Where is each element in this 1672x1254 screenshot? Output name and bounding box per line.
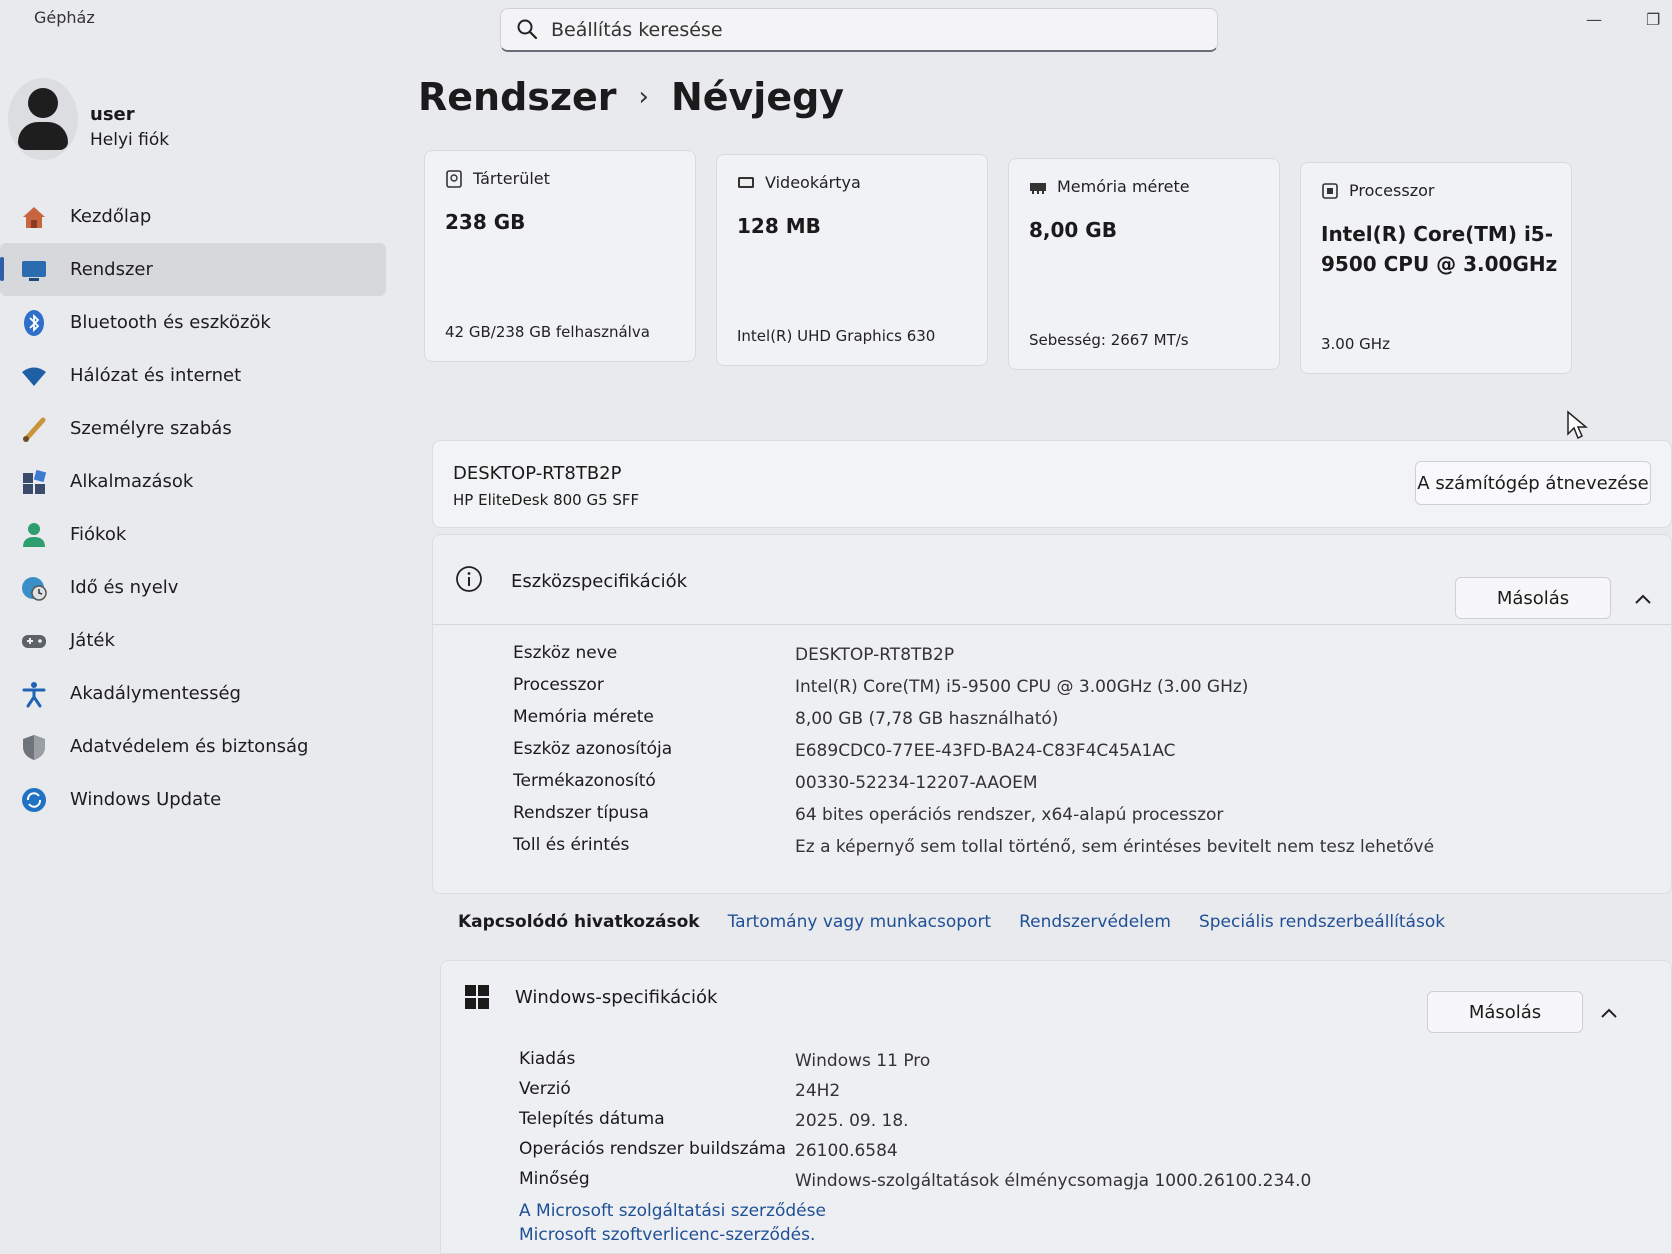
device-specs-header[interactable]: Eszközspecifikációk Másolás [433, 535, 1671, 625]
minimize-icon[interactable]: — [1586, 10, 1602, 29]
card-subtext: 42 GB/238 GB felhasználva [445, 323, 650, 341]
sidebar-item-windows-update[interactable]: Windows Update [0, 773, 386, 826]
memory-icon [1030, 182, 1046, 194]
person-icon [18, 519, 50, 551]
spec-row: Kiadás Windows 11 Pro [519, 1049, 931, 1071]
spec-row: Operációs rendszer buildszáma 26100.6584 [519, 1139, 898, 1161]
windows-specs-list: Kiadás Windows 11 Pro Verzió 24H2 Telepí… [519, 1049, 1619, 1199]
sidebar-item-apps[interactable]: Alkalmazások [0, 455, 386, 508]
search-icon [517, 19, 538, 40]
search-box[interactable] [500, 8, 1218, 52]
sidebar-item-accounts[interactable]: Fiókok [0, 508, 386, 561]
card-storage[interactable]: Tárterület 238 GB 42 GB/238 GB felhaszná… [424, 150, 696, 362]
spec-row: Memória mérete 8,00 GB (7,78 GB használh… [513, 707, 1059, 729]
apps-icon [18, 466, 50, 498]
page-title: Névjegy [670, 75, 845, 119]
globe-clock-icon [18, 572, 50, 604]
profile-name: user [90, 104, 135, 125]
gpu-icon [738, 176, 754, 188]
spec-row: Rendszer típusa 64 bites operációs rends… [513, 803, 1224, 825]
nav-list: Kezdőlap Rendszer Bluetooth és eszközök … [0, 190, 390, 826]
app-title: Gépház [34, 8, 95, 27]
windows-logo-icon [465, 985, 489, 1009]
sidebar-item-personalization[interactable]: Személyre szabás [0, 402, 386, 455]
copy-windows-specs-button[interactable]: Másolás [1427, 991, 1583, 1033]
device-name: DESKTOP-RT8TB2P [453, 463, 622, 484]
breadcrumb-parent[interactable]: Rendszer [418, 75, 617, 119]
chevron-up-icon[interactable] [1595, 999, 1623, 1027]
avatar [8, 78, 78, 160]
spec-row: Termékazonosító 00330-52234-12207-AAOEM [513, 771, 1038, 793]
device-specs-panel: Eszközspecifikációk Másolás Eszköz neve … [432, 534, 1672, 894]
sidebar-item-privacy[interactable]: Adatvédelem és biztonság [0, 720, 386, 773]
windows-specs-title: Windows-specifikációk [515, 987, 718, 1008]
card-value: Intel(R) Core(TM) i5-9500 CPU @ 3.00GHz [1321, 222, 1558, 276]
spec-row: Processzor Intel(R) Core(TM) i5-9500 CPU… [513, 675, 1249, 697]
spec-row: Eszköz azonosítója E689CDC0-77EE-43FD-BA… [513, 739, 1176, 761]
device-model: HP EliteDesk 800 G5 SFF [453, 491, 640, 509]
breadcrumb: Rendszer › Névjegy [418, 72, 844, 122]
windows-specs-panel: Windows-specifikációk Másolás Kiadás Win… [440, 960, 1672, 1254]
card-subtext: Sebesség: 2667 MT/s [1029, 331, 1189, 349]
chevron-up-icon[interactable] [1629, 585, 1657, 613]
windows-specs-header[interactable]: Windows-specifikációk Másolás [441, 961, 1671, 1051]
card-value: 128 MB [737, 214, 821, 238]
breadcrumb-separator: › [638, 82, 649, 112]
summary-cards: Tárterület 238 GB 42 GB/238 GB felhaszná… [424, 150, 1584, 375]
card-gpu[interactable]: Videokártya 128 MB Intel(R) UHD Graphics… [716, 154, 988, 366]
mouse-cursor-icon [1567, 410, 1588, 440]
card-value: 238 GB [445, 210, 526, 234]
related-links: Kapcsolódó hivatkozások Tartomány vagy m… [458, 900, 1473, 944]
spec-row: Verzió 24H2 [519, 1079, 841, 1101]
bluetooth-icon [18, 307, 50, 339]
sidebar-item-time-language[interactable]: Idő és nyelv [0, 561, 386, 614]
info-icon [456, 566, 482, 592]
device-specs-title: Eszközspecifikációk [511, 571, 688, 592]
storage-icon [446, 169, 462, 188]
link-domain-workgroup[interactable]: Tartomány vagy munkacsoport [728, 912, 992, 932]
spec-row: Minőség Windows-szolgáltatások élménycso… [519, 1169, 1312, 1191]
device-name-row: DESKTOP-RT8TB2P HP EliteDesk 800 G5 SFF … [432, 440, 1672, 528]
card-subtext: 3.00 GHz [1321, 335, 1390, 353]
sidebar-item-gaming[interactable]: Játék [0, 614, 386, 667]
brush-icon [18, 413, 50, 445]
link-microsoft-license-terms[interactable]: Microsoft szoftverlicenc-szerződés. [519, 1225, 815, 1245]
link-microsoft-services-agreement[interactable]: A Microsoft szolgáltatási szerződése [519, 1201, 826, 1221]
sidebar-item-system[interactable]: Rendszer [0, 243, 386, 296]
profile-account-type: Helyi fiók [90, 130, 170, 150]
monitor-icon [18, 254, 50, 286]
accessibility-icon [18, 678, 50, 710]
related-links-title: Kapcsolódó hivatkozások [458, 912, 700, 932]
device-specs-list: Eszköz neve DESKTOP-RT8TB2P Processzor I… [513, 643, 1653, 867]
sidebar-item-home[interactable]: Kezdőlap [0, 190, 386, 243]
spec-row: Telepítés dátuma 2025. 09. 18. [519, 1109, 909, 1131]
sidebar: user Helyi fiók Kezdőlap Rendszer Blueto… [0, 60, 390, 1254]
sidebar-item-bluetooth[interactable]: Bluetooth és eszközök [0, 296, 386, 349]
search-input[interactable] [551, 15, 1191, 45]
maximize-icon[interactable]: ❐ [1646, 10, 1660, 29]
link-system-protection[interactable]: Rendszervédelem [1019, 912, 1171, 932]
spec-row: Toll és érintés Ez a képernyő sem tollal… [513, 835, 1435, 857]
sidebar-item-accessibility[interactable]: Akadálymentesség [0, 667, 386, 720]
spec-row: Eszköz neve DESKTOP-RT8TB2P [513, 643, 955, 665]
title-bar: Gépház — ❐ [0, 0, 1672, 56]
update-icon [18, 784, 50, 816]
card-processor[interactable]: Processzor Intel(R) Core(TM) i5-9500 CPU… [1300, 162, 1572, 374]
sidebar-item-network[interactable]: Hálózat és internet [0, 349, 386, 402]
copy-device-specs-button[interactable]: Másolás [1455, 577, 1611, 619]
wifi-icon [18, 360, 50, 392]
card-memory[interactable]: Memória mérete 8,00 GB Sebesség: 2667 MT… [1008, 158, 1280, 370]
gamepad-icon [18, 625, 50, 657]
rename-pc-button[interactable]: A számítógép átnevezése [1415, 461, 1651, 505]
card-value: 8,00 GB [1029, 218, 1117, 242]
home-icon [18, 201, 50, 233]
link-advanced-system-settings[interactable]: Speciális rendszerbeállítások [1199, 912, 1445, 932]
profile[interactable]: user Helyi fiók [8, 78, 378, 168]
shield-icon [18, 731, 50, 763]
card-subtext: Intel(R) UHD Graphics 630 [737, 327, 936, 345]
cpu-icon [1322, 182, 1338, 199]
